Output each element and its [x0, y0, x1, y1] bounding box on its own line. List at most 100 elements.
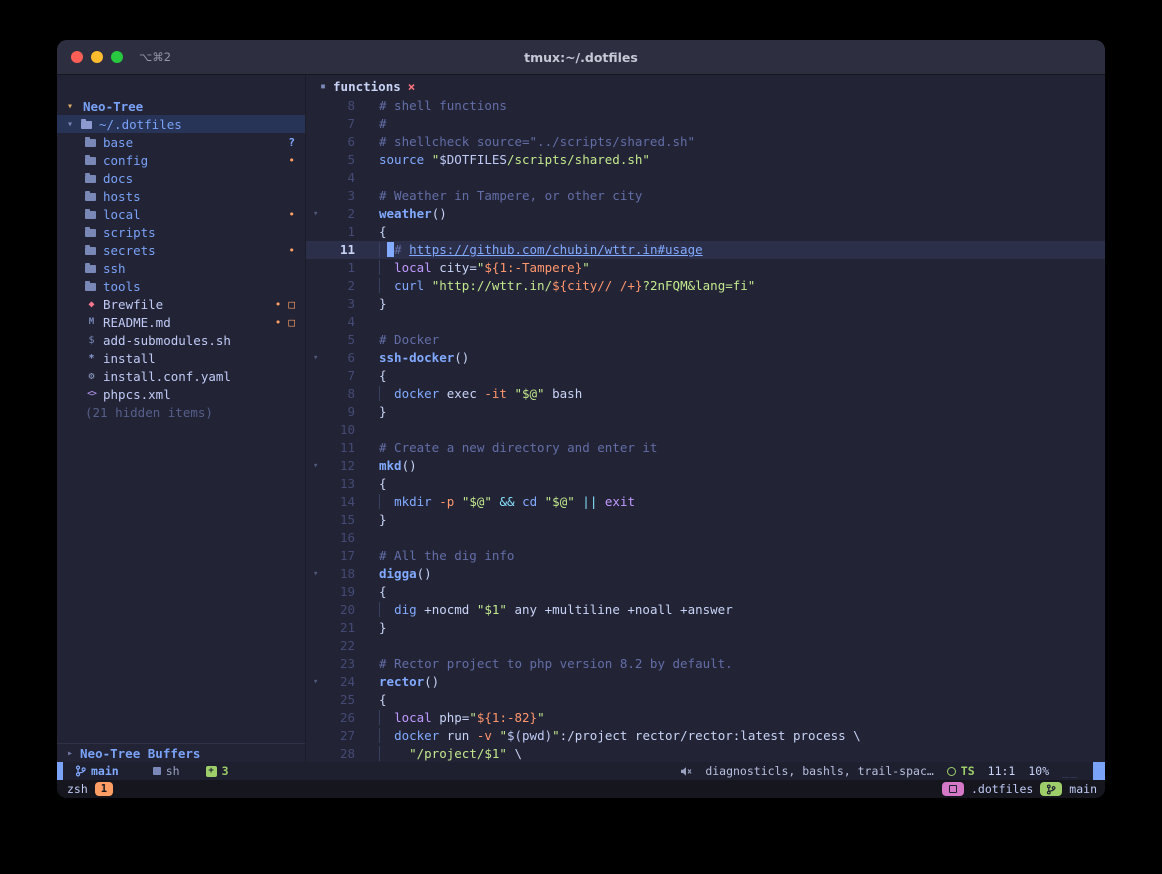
code-line[interactable]: 4	[306, 313, 1105, 331]
git-status-badges: •	[288, 208, 295, 221]
tree-item-local[interactable]: local•	[57, 205, 305, 223]
code-line[interactable]: 13{	[306, 475, 1105, 493]
terminal-window: ⌥⌘2 tmux:~/.dotfiles ▾ Neo-Tree ▾~/.dotf…	[57, 40, 1105, 798]
script-icon: $	[85, 335, 98, 346]
tree-item-add-submodules-sh[interactable]: $ add-submodules.sh	[57, 331, 305, 349]
code-line[interactable]: 27▏ docker run -v "$(pwd)":/project rect…	[306, 727, 1105, 745]
code-line[interactable]: 2▏ curl "http://wttr.in/${city// /+}?2nF…	[306, 277, 1105, 295]
code-line[interactable]: 8▏ docker exec -it "$@" bash	[306, 385, 1105, 403]
window-title: tmux:~/.dotfiles	[57, 50, 1105, 65]
line-number: 3	[329, 295, 355, 313]
tree-item-scripts[interactable]: scripts	[57, 223, 305, 241]
line-number: 8	[329, 385, 355, 403]
code-line[interactable]: 19{	[306, 583, 1105, 601]
code-line[interactable]: 11# Create a new directory and enter it	[306, 439, 1105, 457]
filetype-icon	[153, 767, 161, 775]
close-tab-icon[interactable]: ×	[408, 79, 416, 94]
line-number: 14	[329, 493, 355, 511]
chevron-down-icon[interactable]: ▾	[67, 101, 83, 112]
fold-icon[interactable]: ▾	[306, 349, 329, 367]
code-line[interactable]: ▾24rector()	[306, 673, 1105, 691]
git-status-badge: •	[275, 298, 282, 311]
tmux-right: .dotfiles main	[942, 782, 1105, 796]
tree-item-config[interactable]: config•	[57, 151, 305, 169]
code-line[interactable]: 11▏ # https://github.com/chubin/wttr.in#…	[306, 241, 1105, 259]
line-number: 4	[329, 313, 355, 331]
code-line[interactable]: 20▏ dig +nocmd "$1" any +multiline +noal…	[306, 601, 1105, 619]
code-line[interactable]: 7#	[306, 115, 1105, 133]
code-line[interactable]: 1{	[306, 223, 1105, 241]
code-line[interactable]: 21}	[306, 619, 1105, 637]
line-number: 28	[329, 745, 355, 762]
close-window-button[interactable]	[71, 51, 83, 63]
fold-icon[interactable]: ▾	[306, 565, 329, 583]
chevron-right-icon[interactable]: ▸	[67, 748, 73, 759]
code-line[interactable]: 23# Rector project to php version 8.2 by…	[306, 655, 1105, 673]
code-line[interactable]: ▾6ssh-docker()	[306, 349, 1105, 367]
tree-item-ssh[interactable]: ssh	[57, 259, 305, 277]
code-line[interactable]: ▾18digga()	[306, 565, 1105, 583]
line-text: }	[355, 295, 387, 313]
folder-icon	[85, 283, 96, 291]
code-line[interactable]: 4	[306, 169, 1105, 187]
tmux-window-item[interactable]: zsh 1	[67, 782, 113, 796]
fold-icon[interactable]: ▾	[306, 673, 329, 691]
code-line[interactable]: 9}	[306, 403, 1105, 421]
code-line[interactable]: 26▏ local php="${1:-82}"	[306, 709, 1105, 727]
code-line[interactable]: 5# Docker	[306, 331, 1105, 349]
code-line[interactable]: 15}	[306, 511, 1105, 529]
treesitter-indicator: TS	[947, 764, 975, 778]
code-line[interactable]: 14▏ mkdir -p "$@" && cd "$@" || exit	[306, 493, 1105, 511]
code-line[interactable]: 5source "$DOTFILES/scripts/shared.sh"	[306, 151, 1105, 169]
minimize-window-button[interactable]	[91, 51, 103, 63]
tree-item-phpcs-xml[interactable]: <>phpcs.xml	[57, 385, 305, 403]
tree-item-label: add-submodules.sh	[103, 333, 231, 348]
code-line[interactable]: 3}	[306, 295, 1105, 313]
line-number: 26	[329, 709, 355, 727]
tree-item-brewfile[interactable]: ◆Brewfile•□	[57, 295, 305, 313]
tree-item-21-hidden-items[interactable]: (21 hidden items)	[57, 403, 305, 421]
code-line[interactable]: 28▏ "/project/$1" \	[306, 745, 1105, 762]
tree-item-hosts[interactable]: hosts	[57, 187, 305, 205]
line-number: 12	[329, 457, 355, 475]
neotree-buffers-section[interactable]: ▸ Neo-Tree Buffers	[57, 743, 305, 762]
git-status-badge: ?	[288, 136, 295, 149]
code-line[interactable]: 10	[306, 421, 1105, 439]
code-line[interactable]: ▾2weather()	[306, 205, 1105, 223]
tree-item-readme-md[interactable]: MREADME.md•□	[57, 313, 305, 331]
code-area[interactable]: 8# shell functions7#6# shellcheck source…	[306, 97, 1105, 762]
tree-item-label: base	[103, 135, 133, 150]
code-line[interactable]: 1▏ local city="${1:-Tampere}"	[306, 259, 1105, 277]
tmux-session-icon	[942, 782, 964, 796]
git-branch-icon	[1046, 784, 1056, 795]
fold-icon[interactable]: ▾	[306, 205, 329, 223]
scroll-percent: 10%	[1028, 764, 1049, 778]
git-status-badge: □	[288, 316, 295, 329]
code-line[interactable]: ▾12mkd()	[306, 457, 1105, 475]
statusline-end-block	[1093, 762, 1105, 780]
code-line[interactable]: 6# shellcheck source="../scripts/shared.…	[306, 133, 1105, 151]
tree-item-base[interactable]: base?	[57, 133, 305, 151]
tree-item-docs[interactable]: docs	[57, 169, 305, 187]
code-line[interactable]: 8# shell functions	[306, 97, 1105, 115]
code-line[interactable]: 16	[306, 529, 1105, 547]
fold-icon[interactable]: ▾	[306, 457, 329, 475]
code-line[interactable]: 25{	[306, 691, 1105, 709]
code-line[interactable]: 3# Weather in Tampere, or other city	[306, 187, 1105, 205]
tree-item-label: Brewfile	[103, 297, 163, 312]
zoom-window-button[interactable]	[111, 51, 123, 63]
line-text: ▏ local php="${1:-82}"	[355, 709, 545, 727]
tree-item-install-conf-yaml[interactable]: ⚙install.conf.yaml	[57, 367, 305, 385]
tree-item-secrets[interactable]: secrets•	[57, 241, 305, 259]
folder-icon	[85, 175, 96, 183]
code-line[interactable]: 22	[306, 637, 1105, 655]
code-line[interactable]: 17# All the dig info	[306, 547, 1105, 565]
tree-item-install[interactable]: *install	[57, 349, 305, 367]
line-text: {	[355, 367, 387, 385]
tab-functions[interactable]: functions	[333, 79, 401, 94]
chevron-down-icon[interactable]: ▾	[67, 119, 81, 130]
tree-item-dotfiles[interactable]: ▾ ~/.dotfiles	[57, 115, 305, 133]
tree-item-tools[interactable]: tools	[57, 277, 305, 295]
tree-item-label: ~/.dotfiles	[99, 117, 182, 132]
code-line[interactable]: 7{	[306, 367, 1105, 385]
